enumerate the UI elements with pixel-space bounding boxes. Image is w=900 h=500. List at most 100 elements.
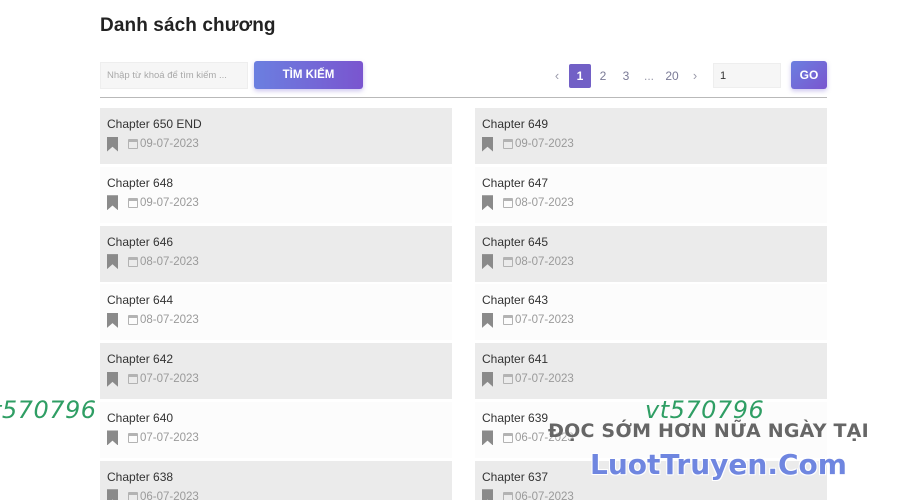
chapter-meta: 07-07-2023 bbox=[107, 430, 452, 446]
chapter-link[interactable]: Chapter 640 bbox=[107, 411, 452, 426]
calendar-icon bbox=[128, 256, 138, 267]
chapter-link[interactable]: Chapter 645 bbox=[482, 235, 827, 250]
calendar-icon bbox=[128, 491, 138, 500]
chapter-date: 07-07-2023 bbox=[140, 373, 199, 386]
calendar-icon bbox=[503, 491, 513, 500]
chapter-row: Chapter 648 09-07-2023 Chapter 647 08-07-20… bbox=[100, 166, 827, 226]
chapter-item[interactable]: Chapter 646 08-07-2023 bbox=[100, 225, 452, 282]
chapter-date: 08-07-2023 bbox=[140, 314, 199, 327]
pagination-ellipsis: ... bbox=[643, 68, 654, 83]
page-number-input[interactable] bbox=[713, 63, 781, 88]
chapter-item[interactable]: Chapter 642 07-07-2023 bbox=[100, 343, 452, 400]
chapter-date: 08-07-2023 bbox=[140, 255, 199, 268]
chapter-item[interactable]: Chapter 650 END 09-07-2023 bbox=[100, 108, 452, 164]
chapter-meta: 07-07-2023 bbox=[482, 312, 827, 328]
watermark-site-name: LuotTruyen.Com bbox=[590, 448, 847, 481]
chapter-meta: 06-07-2023 bbox=[482, 489, 827, 500]
chapter-date: 06-07-2023 bbox=[140, 490, 199, 500]
chapter-date: 09-07-2023 bbox=[140, 138, 199, 150]
chapter-item[interactable]: Chapter 644 08-07-2023 bbox=[100, 284, 452, 341]
calendar-icon bbox=[128, 197, 138, 208]
calendar-icon bbox=[503, 197, 513, 208]
chapter-link[interactable]: Chapter 641 bbox=[482, 352, 827, 367]
chapter-link[interactable]: Chapter 649 bbox=[482, 117, 827, 132]
chapter-meta: 07-07-2023 bbox=[482, 371, 827, 387]
calendar-icon bbox=[128, 374, 138, 385]
watermark-code-left: t570796 bbox=[0, 396, 97, 424]
chapter-row: Chapter 644 08-07-2023 Chapter 643 07-07-20… bbox=[100, 284, 827, 343]
search-input[interactable] bbox=[100, 62, 248, 89]
chapter-date: 06-07-2023 bbox=[515, 490, 574, 500]
search-button[interactable]: TÌM KIẾM bbox=[254, 61, 363, 89]
chapter-meta: 06-07-2023 bbox=[107, 489, 452, 500]
calendar-icon bbox=[128, 432, 138, 443]
divider bbox=[100, 97, 827, 98]
page-3-button[interactable]: 3 bbox=[615, 64, 637, 88]
bookmark-icon[interactable] bbox=[107, 371, 118, 387]
pagination: ‹ 1 2 3 ... 20 › bbox=[546, 62, 781, 89]
chapter-meta: 08-07-2023 bbox=[482, 254, 827, 270]
chapter-meta: 09-07-2023 bbox=[482, 136, 827, 152]
chapter-link[interactable]: Chapter 647 bbox=[482, 176, 827, 191]
bookmark-icon[interactable] bbox=[482, 489, 493, 500]
bookmark-icon[interactable] bbox=[107, 254, 118, 270]
page-2-button[interactable]: 2 bbox=[592, 64, 614, 88]
chapter-link[interactable]: Chapter 642 bbox=[107, 352, 452, 367]
next-page-button[interactable]: › bbox=[684, 64, 706, 88]
go-button[interactable]: GO bbox=[791, 61, 827, 89]
last-page-button[interactable]: 20 bbox=[661, 64, 683, 88]
chapter-item[interactable]: Chapter 640 07-07-2023 bbox=[100, 401, 452, 458]
chapter-date: 08-07-2023 bbox=[515, 196, 574, 209]
chapter-meta: 08-07-2023 bbox=[107, 254, 452, 270]
calendar-icon bbox=[128, 139, 138, 149]
chapter-link[interactable]: Chapter 643 bbox=[482, 293, 827, 308]
bookmark-icon[interactable] bbox=[107, 312, 118, 328]
bookmark-icon[interactable] bbox=[482, 312, 493, 328]
chapter-meta: 07-07-2023 bbox=[107, 371, 452, 387]
chapter-meta: 09-07-2023 bbox=[107, 195, 452, 211]
calendar-icon bbox=[128, 315, 138, 326]
chapter-item[interactable]: Chapter 643 07-07-2023 bbox=[475, 284, 827, 341]
chapter-meta: 08-07-2023 bbox=[482, 195, 827, 211]
chapter-link[interactable]: Chapter 648 bbox=[107, 176, 452, 191]
chapter-item[interactable]: Chapter 645 08-07-2023 bbox=[475, 225, 827, 282]
chapter-row: Chapter 642 07-07-2023 Chapter 641 07-07-20… bbox=[100, 343, 827, 402]
calendar-icon bbox=[503, 374, 513, 385]
chapter-link[interactable]: Chapter 650 END bbox=[107, 117, 452, 132]
chapter-link[interactable]: Chapter 638 bbox=[107, 470, 452, 485]
chapter-date: 07-07-2023 bbox=[515, 314, 574, 327]
calendar-icon bbox=[503, 256, 513, 267]
calendar-icon bbox=[503, 139, 513, 149]
page-1-button[interactable]: 1 bbox=[569, 63, 591, 88]
bookmark-icon[interactable] bbox=[482, 430, 493, 446]
chapter-item[interactable]: Chapter 638 06-07-2023 bbox=[100, 460, 452, 500]
chapter-item[interactable]: Chapter 648 09-07-2023 bbox=[100, 166, 452, 223]
bookmark-icon[interactable] bbox=[482, 371, 493, 387]
chapter-date: 09-07-2023 bbox=[515, 138, 574, 150]
page-title: Danh sách chương bbox=[100, 15, 276, 36]
chapter-link[interactable]: Chapter 646 bbox=[107, 235, 452, 250]
bookmark-icon[interactable] bbox=[482, 136, 493, 152]
chapter-row: Chapter 646 08-07-2023 Chapter 645 08-07-20… bbox=[100, 225, 827, 285]
chapter-date: 09-07-2023 bbox=[140, 196, 199, 209]
bookmark-icon[interactable] bbox=[107, 195, 118, 211]
calendar-icon bbox=[503, 432, 513, 443]
bookmark-icon[interactable] bbox=[107, 430, 118, 446]
chapter-item[interactable]: Chapter 649 09-07-2023 bbox=[475, 108, 827, 164]
calendar-icon bbox=[503, 315, 513, 326]
bookmark-icon[interactable] bbox=[107, 489, 118, 500]
watermark-banner-text: ĐỌC SỚM HƠN NỮA NGÀY TẠI bbox=[548, 420, 869, 442]
bookmark-icon[interactable] bbox=[482, 254, 493, 270]
chapter-toolbar: TÌM KIẾM ‹ 1 2 3 ... 20 › GO bbox=[100, 60, 827, 92]
bookmark-icon[interactable] bbox=[107, 136, 118, 152]
chapter-item[interactable]: Chapter 647 08-07-2023 bbox=[475, 166, 827, 223]
bookmark-icon[interactable] bbox=[482, 195, 493, 211]
chapter-date: 07-07-2023 bbox=[515, 373, 574, 386]
chapter-date: 08-07-2023 bbox=[515, 255, 574, 268]
chapter-row: Chapter 650 END 09-07-2023 Chapter 649 09-0… bbox=[100, 108, 827, 167]
prev-page-button[interactable]: ‹ bbox=[546, 64, 568, 88]
chapter-link[interactable]: Chapter 644 bbox=[107, 293, 452, 308]
chapter-item[interactable]: Chapter 641 07-07-2023 bbox=[475, 343, 827, 400]
chapter-meta: 09-07-2023 bbox=[107, 136, 452, 152]
chapter-date: 07-07-2023 bbox=[140, 431, 199, 444]
